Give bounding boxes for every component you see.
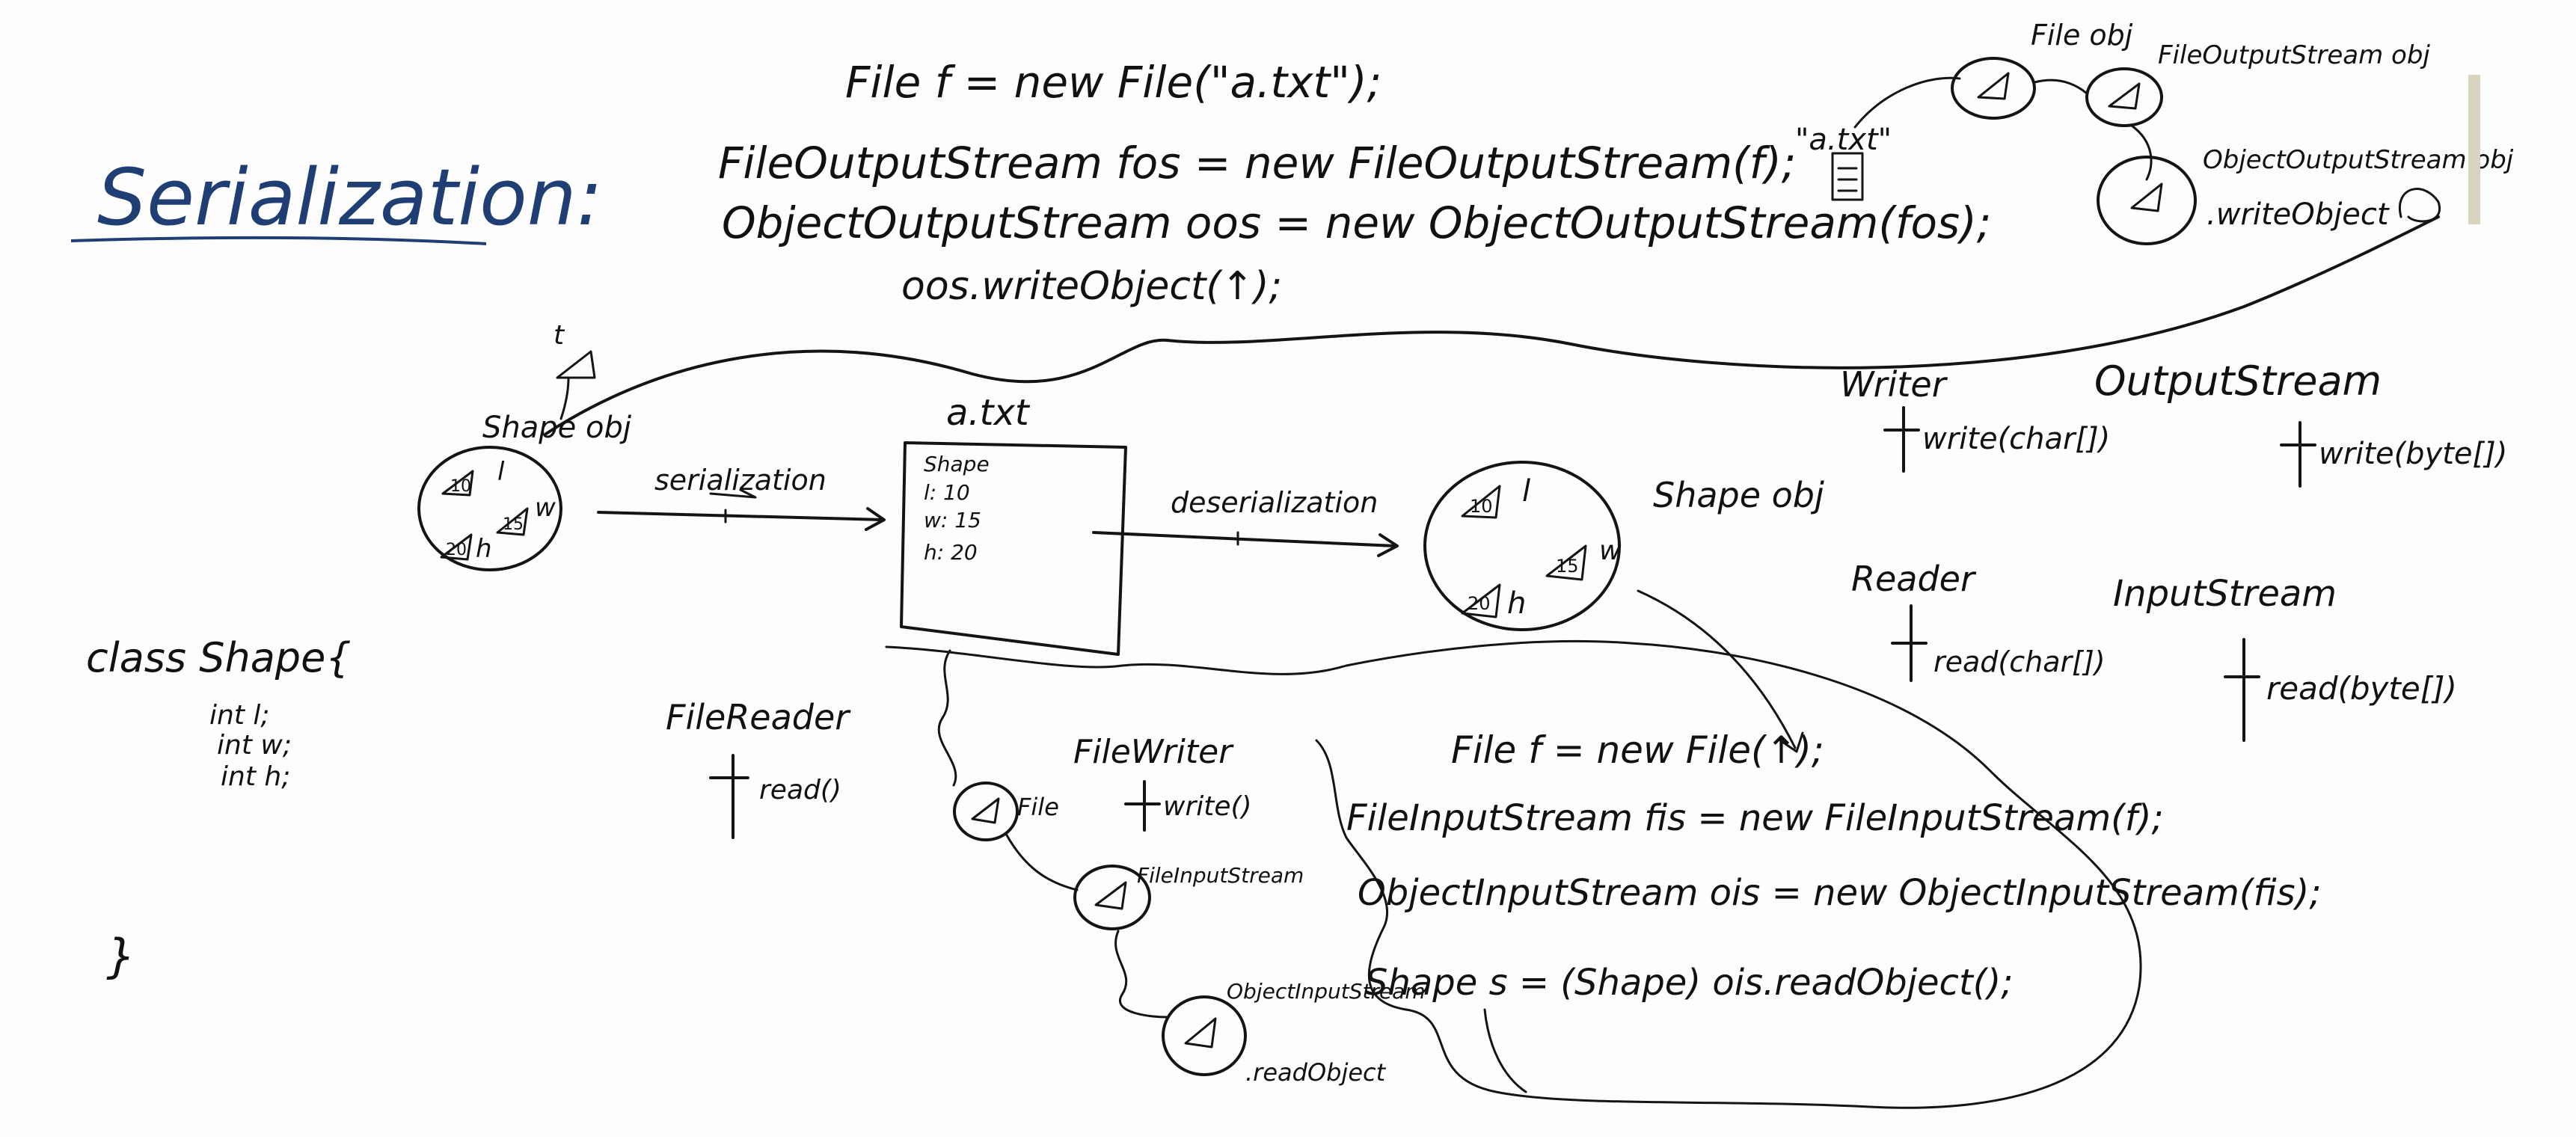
inputstream-method: read(byte[]) xyxy=(2266,670,2457,707)
chain-top-arrow-1 xyxy=(1853,76,1961,129)
code-write-line-3: ObjectOutputStream oos = new ObjectOutpu… xyxy=(722,197,1991,248)
file-document-lines xyxy=(1837,167,1858,192)
file-box-line-1: Shape xyxy=(924,452,990,476)
chain-bottom-node-2-label: FileInputStream xyxy=(1137,863,1304,888)
writer-tree xyxy=(1883,406,1920,473)
chain-top-link-1 xyxy=(2033,79,2088,95)
chain-top-node-1-label: File obj xyxy=(2031,19,2133,52)
whiteboard: Serialization: File f = new File("a.txt"… xyxy=(0,0,2576,1138)
shape-right-h-letter: h xyxy=(1507,586,1526,621)
inputstream-tree xyxy=(2224,638,2260,742)
serialization-label: serialization xyxy=(654,464,827,497)
chain-top-file-label: "a.txt" xyxy=(1795,123,1892,157)
shape-left-l-letter: l xyxy=(497,457,505,487)
shape-right-w-letter: w xyxy=(1599,535,1622,566)
shape-left-label: Shape obj xyxy=(482,411,632,445)
shape-right-l-value: 10 xyxy=(1470,496,1493,517)
reader-tree xyxy=(1891,604,1928,682)
shape-left-h-value: 20 xyxy=(446,541,467,559)
code-read-line-2: FileInputStream fis = new FileInputStrea… xyxy=(1346,797,2164,839)
deserialization-arrow xyxy=(1092,531,1396,547)
shape-right-h-value: 20 xyxy=(1468,593,1491,614)
class-shape-field-3: int h; xyxy=(221,761,290,792)
code-read-line-3: ObjectInputStream ois = new ObjectInputS… xyxy=(1358,872,2322,914)
read-link-curve xyxy=(1637,589,1797,749)
class-shape-header: class Shape{ xyxy=(86,634,352,681)
chain-bottom-node-1-label: File xyxy=(1017,793,1059,821)
shape-left-w-letter: w xyxy=(535,493,556,523)
chain-top-method-label: .writeObject xyxy=(2207,197,2390,232)
filereader-tree xyxy=(709,754,749,839)
outputstream-method: write(byte[]) xyxy=(2319,437,2507,471)
chain-top-node-1 xyxy=(1951,57,2036,120)
filewriter-method: write() xyxy=(1163,791,1252,822)
deserialization-label: deserialization xyxy=(1171,486,1378,519)
shape-right-l-letter: l xyxy=(1522,474,1530,509)
file-box-title: a.txt xyxy=(946,392,1031,434)
chain-bottom-node-3 xyxy=(1162,995,1247,1076)
shape-s-arrow xyxy=(1483,1008,1527,1093)
writer-label: Writer xyxy=(1840,364,1948,405)
class-shape-field-2: int w; xyxy=(217,730,292,761)
chain-top-node-3 xyxy=(2097,156,2197,245)
chain-bottom-node-3-icon xyxy=(1184,1017,1217,1049)
chain-top-node-3-icon xyxy=(2130,182,2163,212)
chain-bottom-node-1-icon xyxy=(971,797,1000,824)
file-box-line-3: w: 15 xyxy=(924,508,981,532)
shape-right-label: Shape obj xyxy=(1653,475,1824,515)
chain-bottom-node-2-icon xyxy=(1094,881,1127,910)
code-read-line-1: File f = new File(↑); xyxy=(1451,728,1824,772)
serialization-arrow xyxy=(597,511,884,521)
chain-top-node-2-icon xyxy=(2108,82,2141,110)
filewriter-tree xyxy=(1124,780,1161,832)
board-marker-strip xyxy=(2468,75,2480,224)
filereader-label: FileReader xyxy=(666,697,851,737)
class-shape-close: } xyxy=(106,929,135,983)
chain-top-node-2 xyxy=(2085,67,2163,127)
shape-left-h-letter: h xyxy=(476,534,492,564)
reader-label: Reader xyxy=(1851,559,1977,599)
file-box-line-2: l: 10 xyxy=(924,480,970,505)
chain-top-node-1-icon xyxy=(1977,72,2010,100)
chain-top-node-3-label: ObjectOutputStream obj xyxy=(2203,145,2514,175)
outputstream-tree xyxy=(2280,421,2316,488)
outputstream-label: OutputStream xyxy=(2094,357,2382,405)
chain-top-node-2-label: FileOutputStream obj xyxy=(2158,40,2430,70)
shape-left-t-icon xyxy=(556,350,596,379)
code-write-line-2: FileOutputStream fos = new FileOutputStr… xyxy=(718,138,1796,188)
chain-bottom-link-2 xyxy=(1114,930,1168,1019)
chain-bottom-link-1 xyxy=(1005,832,1079,891)
reader-method: read(char[]) xyxy=(1933,645,2106,678)
filewriter-label: FileWriter xyxy=(1073,733,1234,771)
shape-left-t-label: t xyxy=(553,320,565,351)
shape-left-w-value: 15 xyxy=(503,515,524,534)
code-read-line-4: Shape s = (Shape) ois.readObject(); xyxy=(1365,962,2013,1004)
chain-top-link-2 xyxy=(2130,124,2153,181)
chain-bottom-link-0 xyxy=(937,649,957,787)
page-title: Serialization: xyxy=(97,152,603,243)
shape-right-w-value: 15 xyxy=(1556,556,1579,577)
file-box-line-4: h: 20 xyxy=(924,540,978,565)
class-shape-field-1: int l; xyxy=(209,700,270,731)
writer-method: write(char[]) xyxy=(1922,422,2110,456)
code-write-line-4: oos.writeObject(↑); xyxy=(901,264,1282,309)
shape-left-l-value: 10 xyxy=(450,477,471,496)
whiteboard-drawing: Serialization: File f = new File("a.txt"… xyxy=(70,19,2514,1109)
inputstream-label: InputStream xyxy=(2113,573,2337,615)
file-document-icon xyxy=(1831,152,1864,201)
chain-bottom-node-1 xyxy=(953,782,1019,841)
code-write-line-1: File f = new File("a.txt"); xyxy=(845,57,1381,108)
filereader-method: read() xyxy=(759,775,841,805)
chain-bottom-method-label: .readObject xyxy=(1245,1058,1387,1087)
write-object-arg-arrow xyxy=(2398,188,2441,223)
